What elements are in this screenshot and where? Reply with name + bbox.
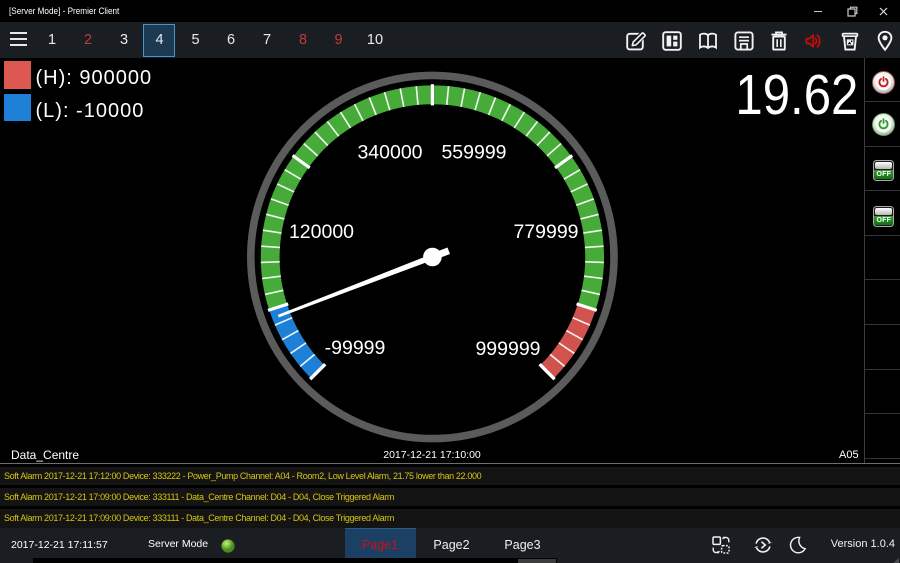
svg-text:779999: 779999 xyxy=(513,221,578,243)
svg-text:340000: 340000 xyxy=(357,142,422,164)
svg-text:-99999: -99999 xyxy=(325,337,386,359)
svg-text:559999: 559999 xyxy=(441,142,506,164)
svg-text:999999: 999999 xyxy=(475,338,540,360)
svg-text:120000: 120000 xyxy=(289,221,354,243)
